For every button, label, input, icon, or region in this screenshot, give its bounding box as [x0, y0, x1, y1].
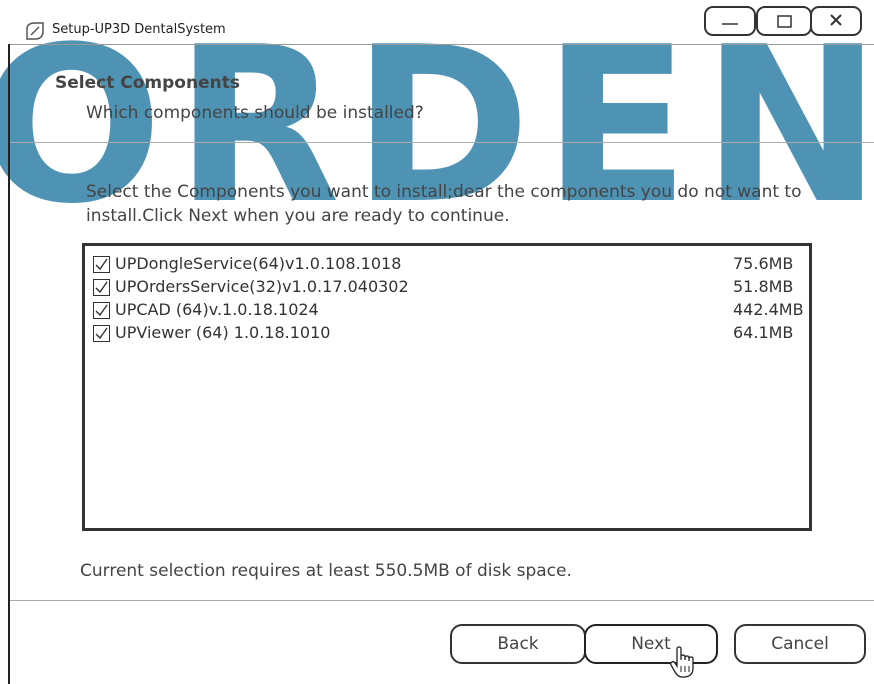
component-checkbox[interactable]: [93, 325, 110, 342]
component-name: UPDongleService(64)v1.0.108.1018: [115, 254, 402, 273]
app-icon: [26, 22, 44, 40]
component-size: 75.6MB: [733, 254, 794, 273]
component-checkbox[interactable]: [93, 302, 110, 319]
installer-window: ORDEN Setup-UP3D DentalSystem Select Com…: [0, 0, 874, 684]
header-divider: [10, 142, 874, 143]
page-subtitle: Which components should be installed?: [86, 103, 424, 123]
instructions-text: Select the Components you want to instal…: [86, 182, 802, 226]
close-icon: [830, 14, 842, 26]
title-bar[interactable]: Setup-UP3D DentalSystem: [0, 0, 874, 46]
cancel-button[interactable]: Cancel: [734, 624, 866, 664]
footer-divider: [10, 600, 874, 601]
checkmark-icon: [95, 304, 108, 317]
component-item[interactable]: UPCAD (64)v.1.0.18.1024 442.4MB: [93, 300, 811, 320]
maximize-button[interactable]: [756, 6, 812, 36]
component-item[interactable]: UPViewer (64) 1.0.18.1010 64.1MB: [93, 323, 811, 343]
back-button[interactable]: Back: [450, 624, 586, 664]
component-name: UPViewer (64) 1.0.18.1010: [115, 323, 331, 342]
checkmark-icon: [95, 327, 108, 340]
close-button[interactable]: [810, 6, 862, 36]
hand-cursor-icon: [670, 646, 694, 678]
window-title: Setup-UP3D DentalSystem: [52, 22, 226, 37]
checkmark-icon: [95, 258, 108, 271]
component-item[interactable]: UPOrdersService(32)v1.0.17.040302 51.8MB: [93, 277, 811, 297]
component-size: 64.1MB: [733, 323, 794, 342]
component-item[interactable]: UPDongleService(64)v1.0.108.1018 75.6MB: [93, 254, 811, 274]
window-left-border: [8, 44, 10, 684]
minimize-button[interactable]: [704, 6, 756, 36]
checkmark-icon: [95, 281, 108, 294]
component-size: 51.8MB: [733, 277, 794, 296]
page-title: Select Components: [55, 73, 240, 93]
components-list[interactable]: UPDongleService(64)v1.0.108.1018 75.6MB …: [82, 243, 812, 531]
component-name: UPCAD (64)v.1.0.18.1024: [115, 300, 319, 319]
titlebar-divider: [10, 44, 874, 45]
disk-space-text: Current selection requires at least 550.…: [80, 561, 572, 581]
component-size: 442.4MB: [733, 300, 804, 319]
component-checkbox[interactable]: [93, 279, 110, 296]
component-name: UPOrdersService(32)v1.0.17.040302: [115, 277, 409, 296]
maximize-icon: [777, 15, 792, 28]
minimize-icon: [722, 23, 738, 25]
component-checkbox[interactable]: [93, 256, 110, 273]
